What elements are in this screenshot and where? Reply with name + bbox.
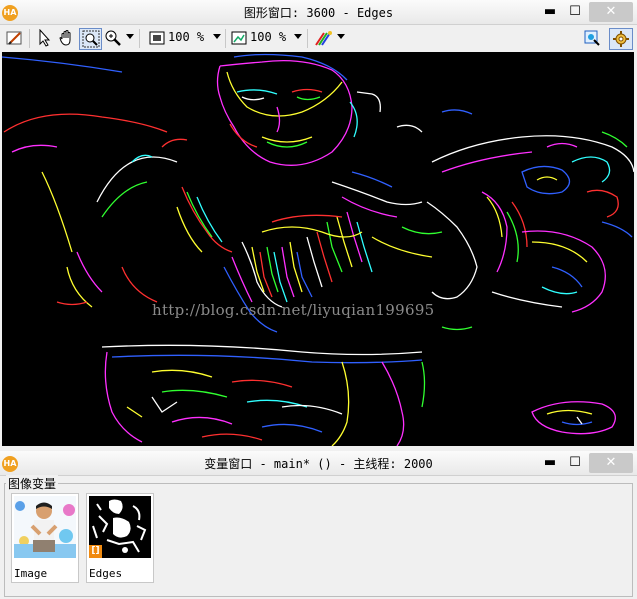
feature-inspect-icon[interactable] — [581, 28, 603, 48]
color-palette-icon[interactable] — [313, 28, 335, 48]
maximize-button[interactable]: ☐ — [566, 2, 584, 22]
zoom-box-icon[interactable] — [79, 28, 102, 50]
minimize-button[interactable]: ▬ — [541, 453, 559, 473]
pointer-icon[interactable] — [34, 28, 54, 48]
brush-icon[interactable] — [4, 28, 26, 48]
window-zoom-value: 100 % — [168, 30, 205, 44]
settings-icon[interactable] — [609, 28, 633, 50]
image-variables-label: 图像变量 — [6, 475, 59, 492]
toolbar-separator — [307, 29, 308, 48]
minimize-button[interactable]: ▬ — [541, 2, 559, 22]
window-zoom-dropdown[interactable] — [213, 34, 221, 39]
watermark-text: http://blog.csdn.net/liyuqian199695 — [152, 301, 435, 319]
zoom-magnifier-dropdown[interactable] — [126, 34, 134, 39]
toolbar-separator — [29, 29, 30, 48]
zoom-magnifier-icon[interactable] — [103, 28, 123, 48]
color-palette-dropdown[interactable] — [337, 34, 345, 39]
zoom-image-icon[interactable] — [229, 28, 249, 48]
maximize-button[interactable]: ☐ — [566, 453, 584, 473]
close-button[interactable]: ✕ — [589, 453, 633, 473]
variable-window-titlebar[interactable]: HA 变量窗口 - main* () - 主线程: 2000 ▬ ☐ ✕ — [0, 451, 637, 476]
toolbar-separator — [225, 29, 226, 48]
edge-image-canvas[interactable]: http://blog.csdn.net/liyuqian199695 — [2, 52, 634, 446]
image-zoom-value: 100 % — [250, 30, 287, 44]
thumbnail-image[interactable]: Image — [11, 493, 79, 583]
zoom-fit-icon[interactable] — [147, 28, 167, 48]
image-thumbnail-picture — [14, 496, 76, 558]
graphics-window-titlebar[interactable]: HA 图形窗口: 3600 - Edges ▬ ☐ ✕ — [0, 0, 637, 25]
edge-contours-drawing — [2, 53, 634, 446]
hand-pan-icon[interactable] — [57, 28, 77, 48]
thumbnail-caption: Image — [14, 567, 48, 580]
toolbar-separator — [139, 29, 140, 48]
image-zoom-dropdown[interactable] — [294, 34, 302, 39]
thumbnail-edges[interactable]: [] Edges — [86, 493, 154, 583]
region-badge-icon: [] — [89, 545, 102, 558]
thumbnail-caption: Edges — [89, 567, 123, 580]
close-button[interactable]: ✕ — [589, 2, 633, 22]
graphics-toolbar: 100 % 100 % — [0, 25, 637, 52]
